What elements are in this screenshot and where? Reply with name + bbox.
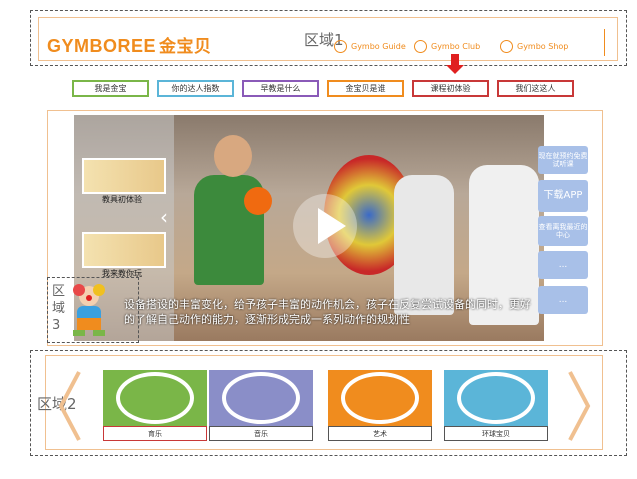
- logo-cn: 金宝贝: [159, 37, 212, 57]
- down-arrow-head: [446, 65, 464, 74]
- carousel-prev-button[interactable]: [57, 370, 83, 442]
- side-more-button[interactable]: ...: [538, 286, 588, 314]
- gymboree-logo[interactable]: GYMBOREE 金宝贝: [47, 32, 212, 57]
- card-art-label[interactable]: 艺术: [328, 426, 432, 441]
- chevron-left-icon[interactable]: ‹: [160, 205, 170, 229]
- tab-wo-shi-jinbao[interactable]: 我是金宝: [72, 80, 149, 97]
- thumb-label: 教具初体验: [102, 195, 142, 204]
- shop-icon: [500, 40, 513, 53]
- globe-icon: [457, 372, 535, 424]
- tab-who-is-gymboree[interactable]: 金宝贝是谁: [327, 80, 404, 97]
- free-trial-button[interactable]: 现在就预约免费试听课: [538, 146, 588, 174]
- header-divider: [604, 29, 605, 56]
- club-icon: [414, 40, 427, 53]
- chevron-left-icon: [58, 371, 81, 441]
- sport-icon: [116, 372, 194, 424]
- chevron-right-icon: [568, 371, 591, 441]
- adult-figure: [394, 175, 454, 315]
- nav-link-gymbo-guide[interactable]: Gymbo Guide: [334, 40, 406, 53]
- card-music-label[interactable]: 音乐: [209, 426, 313, 441]
- side-more-button[interactable]: ...: [538, 251, 588, 279]
- thumb-image: [82, 232, 166, 268]
- brush-icon: [341, 372, 419, 424]
- nav-link-label: Gymbo Club: [431, 42, 481, 51]
- card-music[interactable]: [209, 370, 313, 426]
- card-art[interactable]: [328, 370, 432, 426]
- thumb-item[interactable]: 我来教你玩: [82, 232, 166, 279]
- child-head: [214, 135, 252, 177]
- card-sport-label[interactable]: 育乐: [103, 426, 207, 441]
- logo-en: GYMBOREE: [47, 36, 157, 56]
- video-caption: 设备搭设的丰富变化，给予孩子丰富的动作机会，孩子在反复尝试设备的同时，更好的了解…: [124, 298, 531, 326]
- card-sport[interactable]: [103, 370, 207, 426]
- guide-icon: [334, 40, 347, 53]
- thumb-item[interactable]: 教具初体验: [82, 158, 166, 205]
- carousel-next-button[interactable]: [566, 370, 592, 442]
- nav-link-gymbo-shop[interactable]: Gymbo Shop: [500, 40, 568, 53]
- nav-link-label: Gymbo Shop: [517, 42, 569, 51]
- nav-link-label: Gymbo Guide: [351, 42, 406, 51]
- download-app-button[interactable]: 下载APP: [538, 180, 588, 212]
- mascot-clown-icon[interactable]: [67, 282, 111, 338]
- thumb-image: [82, 158, 166, 194]
- tab-what-is-early-ed[interactable]: 早教是什么: [242, 80, 319, 97]
- card-globe[interactable]: [444, 370, 548, 426]
- music-icon: [222, 372, 300, 424]
- tab-daren-index[interactable]: 你的达人指数: [157, 80, 234, 97]
- card-globe-label[interactable]: 环球宝贝: [444, 426, 548, 441]
- nearest-center-button[interactable]: 查看离我最近的中心: [538, 216, 588, 246]
- region-3-label: 区域3: [52, 284, 66, 333]
- tab-course-trial[interactable]: 课程初体验: [412, 80, 489, 97]
- nav-link-gymbo-club[interactable]: Gymbo Club: [414, 40, 480, 53]
- play-icon: [318, 208, 346, 244]
- tab-our-people[interactable]: 我们这这人: [497, 80, 574, 97]
- orange-ball: [244, 187, 272, 215]
